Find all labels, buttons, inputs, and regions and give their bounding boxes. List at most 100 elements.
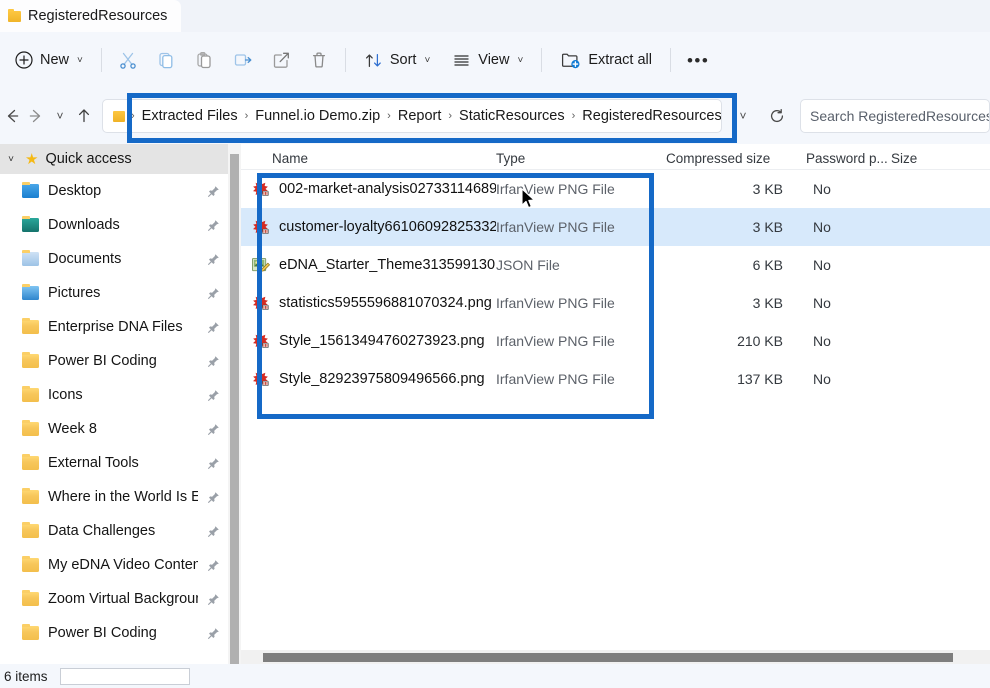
navigation-sidebar: ˅ ★ Quick access Desktop Downloads Documen… (0, 144, 228, 664)
new-button-label: New (40, 52, 70, 68)
sidebar-item-desktop[interactable]: Desktop (0, 174, 228, 208)
breadcrumb-item-extracted-files[interactable]: Extracted Files (141, 108, 239, 124)
refresh-button[interactable] (760, 99, 794, 133)
file-list-column-headers: Name Type Compressed size Password p... … (241, 144, 990, 170)
column-header-type[interactable]: Type (496, 151, 666, 166)
sidebar-item-downloads[interactable]: Downloads (0, 208, 228, 242)
pin-icon[interactable] (207, 559, 220, 572)
forward-button[interactable] (24, 99, 48, 133)
sidebar-item-power-bi-coding[interactable]: Power BI Coding (0, 344, 228, 378)
sidebar-item-label: Where in the World Is Enterpr (48, 489, 198, 505)
breadcrumb-item-report[interactable]: Report (397, 108, 443, 124)
desktop-folder-icon (22, 181, 39, 198)
pin-icon[interactable] (207, 457, 220, 470)
sidebar-item-documents[interactable]: Documents (0, 242, 228, 276)
paste-button[interactable] (185, 42, 223, 78)
table-row[interactable]: 002-market-analysis02733114689... IrfanVi… (241, 170, 990, 208)
sort-icon (364, 51, 383, 70)
irfanview-png-icon (251, 370, 270, 388)
recent-locations-button[interactable]: ˅ (48, 99, 72, 133)
sidebar-item-icons[interactable]: Icons (0, 378, 228, 412)
explorer-tab[interactable]: RegisteredResources (0, 0, 182, 32)
sidebar-item-zoom-virtual-backgrounds[interactable]: Zoom Virtual Backgrounds (0, 582, 228, 616)
file-name-cell[interactable]: 002-market-analysis02733114689... (241, 180, 496, 198)
column-header-name[interactable]: Name (241, 151, 496, 166)
folder-icon (22, 419, 39, 436)
sidebar-item-pictures[interactable]: Pictures (0, 276, 228, 310)
search-box[interactable]: Search RegisteredResources (800, 99, 990, 133)
pin-icon[interactable] (207, 185, 220, 198)
password-protected-cell: No (813, 257, 831, 273)
sidebar-item-enterprise-dna-files[interactable]: Enterprise DNA Files (0, 310, 228, 344)
cut-button[interactable] (109, 42, 147, 78)
toolbar-divider-3 (541, 48, 543, 72)
column-header-password-protected[interactable]: Password p... (806, 151, 891, 166)
folder-icon (22, 521, 39, 538)
sidebar-group-quick-access[interactable]: ˅ ★ Quick access (0, 144, 228, 174)
sidebar-scrollbar[interactable] (228, 144, 241, 679)
address-dropdown-button[interactable]: ˅ (726, 99, 760, 133)
file-list-horizontal-scrollbar[interactable] (241, 650, 990, 664)
table-row[interactable]: Style_15613494760273923.png IrfanView PNG… (241, 322, 990, 360)
sidebar-item-label: Week 8 (48, 421, 97, 437)
sidebar-item-label: Enterprise DNA Files (48, 319, 183, 335)
pin-icon[interactable] (207, 219, 220, 232)
pin-icon[interactable] (207, 321, 220, 334)
irfanview-png-icon (251, 332, 270, 350)
table-row[interactable]: Style_82923975809496566.png IrfanView PNG… (241, 360, 990, 398)
address-breadcrumb-bar[interactable]: › Extracted Files › Funnel.io Demo.zip ›… (102, 99, 722, 133)
sidebar-group-label: Quick access (45, 151, 132, 167)
table-row[interactable]: customer-loyalty66106092825332... IrfanVi… (241, 208, 990, 246)
pin-icon[interactable] (207, 389, 220, 402)
pin-icon[interactable] (207, 627, 220, 640)
search-input[interactable]: Search RegisteredResources (810, 108, 989, 124)
folder-icon (22, 589, 39, 606)
sidebar-item-where-in-the-world-is-enterpr[interactable]: Where in the World Is Enterpr (0, 480, 228, 514)
column-header-size[interactable]: Size (891, 151, 961, 166)
breadcrumb-item-funnel-io-demo-zip[interactable]: Funnel.io Demo.zip (254, 108, 381, 124)
delete-button[interactable] (300, 42, 338, 78)
share-icon (271, 50, 291, 70)
back-button[interactable] (0, 99, 24, 133)
file-name-cell[interactable]: eDNA_Starter_Theme31359913017... (241, 257, 496, 274)
sidebar-item-week-8[interactable]: Week 8 (0, 412, 228, 446)
breadcrumb-item-staticresources[interactable]: StaticResources (458, 108, 566, 124)
sidebar-item-power-bi-coding[interactable]: Power BI Coding (0, 616, 228, 650)
sidebar-item-external-tools[interactable]: External Tools (0, 446, 228, 480)
rename-icon (232, 50, 253, 70)
copy-button[interactable] (147, 42, 185, 78)
folder-icon (22, 453, 39, 470)
breadcrumb-item-registeredresources[interactable]: RegisteredResources (581, 108, 721, 124)
sidebar-item-my-edna-video-content[interactable]: My eDNA Video Content (0, 548, 228, 582)
new-button[interactable]: New ˅ (4, 42, 94, 78)
pin-icon[interactable] (207, 287, 220, 300)
sidebar-scrollbar-thumb[interactable] (230, 154, 239, 679)
file-name-cell[interactable]: Style_82923975809496566.png (241, 370, 496, 388)
pin-icon[interactable] (207, 491, 220, 504)
chevron-down-icon: ˅ (517, 54, 524, 66)
trash-icon (309, 50, 329, 70)
rename-button[interactable] (223, 42, 262, 78)
pin-icon[interactable] (207, 253, 220, 266)
horizontal-scrollbar-thumb[interactable] (263, 653, 953, 662)
compressed-size-cell: 6 KB (752, 257, 783, 273)
table-row[interactable]: eDNA_Starter_Theme31359913017...JSON Fil… (241, 246, 990, 284)
column-header-compressed-size[interactable]: Compressed size (666, 151, 806, 166)
up-one-level-button[interactable] (72, 99, 96, 133)
file-name-cell[interactable]: Style_15613494760273923.png (241, 332, 496, 350)
pin-icon[interactable] (207, 355, 220, 368)
extract-all-button[interactable]: Extract all (549, 42, 663, 78)
share-button[interactable] (262, 42, 300, 78)
file-name-cell[interactable]: customer-loyalty66106092825332... (241, 218, 496, 236)
pin-icon[interactable] (207, 423, 220, 436)
pin-icon[interactable] (207, 525, 220, 538)
file-name-cell[interactable]: statistics5955596881070324.png (241, 294, 496, 312)
view-button[interactable]: View ˅ (441, 42, 534, 78)
sidebar-item-data-challenges[interactable]: Data Challenges (0, 514, 228, 548)
table-row[interactable]: statistics5955596881070324.png IrfanView … (241, 284, 990, 322)
pin-icon[interactable] (207, 593, 220, 606)
sort-button[interactable]: Sort ˅ (353, 42, 441, 78)
toolbar-divider-2 (344, 48, 346, 72)
breadcrumb-separator: › (131, 110, 135, 122)
more-options-button[interactable]: ••• (678, 42, 718, 78)
